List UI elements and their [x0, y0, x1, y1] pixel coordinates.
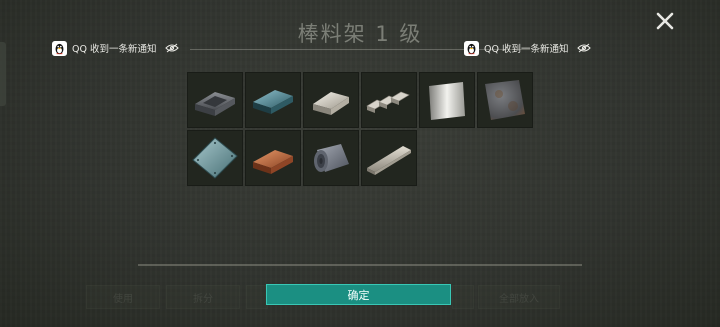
deposit-all-button: 全部放入: [478, 285, 560, 309]
item-slot[interactable]: [477, 72, 533, 128]
silver-ingot-icon: [313, 92, 349, 115]
notification-banner[interactable]: QQ 收到一条新通知: [52, 40, 180, 56]
rusty-plate-icon: [485, 80, 525, 120]
steel-bar-icon: [367, 146, 411, 175]
triple-bars-icon: [366, 91, 410, 113]
item-slot[interactable]: [187, 130, 243, 186]
aluminum-plate-icon: [429, 82, 465, 120]
item-slot[interactable]: [245, 72, 301, 128]
steel-ingot-icon: [253, 90, 293, 114]
split-button: 拆分: [166, 285, 240, 309]
close-icon[interactable]: [652, 8, 678, 34]
copper-ingot-icon: [253, 150, 293, 174]
notification-text: QQ 收到一条新通知: [72, 44, 157, 55]
item-slot[interactable]: [303, 72, 359, 128]
background-button: [452, 285, 474, 309]
metal-sheet-roll-icon: [314, 144, 349, 172]
qq-penguin-icon: [52, 40, 67, 56]
confirm-button[interactable]: 确定: [266, 284, 451, 305]
qq-penguin-icon: [464, 40, 479, 56]
content-divider: [138, 264, 582, 266]
notification-banner[interactable]: QQ 收到一条新通知: [464, 40, 592, 56]
item-slot[interactable]: [361, 72, 417, 128]
item-slot[interactable]: [303, 130, 359, 186]
eye-hidden-icon[interactable]: [165, 43, 180, 53]
item-slot[interactable]: [187, 72, 243, 128]
side-tab-handle[interactable]: [0, 42, 6, 106]
eye-hidden-icon[interactable]: [577, 43, 592, 53]
item-slot[interactable]: [361, 130, 417, 186]
item-grid: [187, 72, 537, 186]
item-slot[interactable]: [419, 72, 475, 128]
steel-plate-icon: [192, 137, 238, 179]
background-button: [246, 285, 268, 309]
notification-text: QQ 收到一条新通知: [484, 44, 569, 55]
item-slot[interactable]: [245, 130, 301, 186]
use-button: 使用: [86, 285, 160, 309]
iron-ingot-icon: [195, 92, 235, 116]
